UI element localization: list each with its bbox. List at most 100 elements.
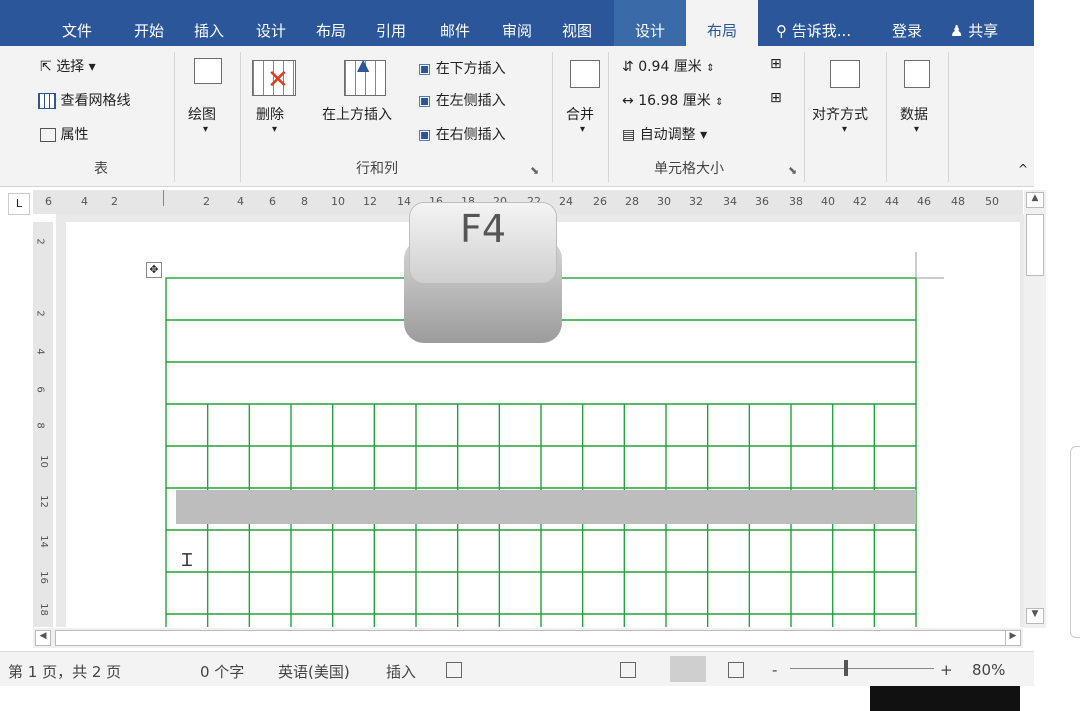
tell-me-label: 告诉我... bbox=[791, 22, 852, 40]
alignment-icon bbox=[830, 60, 860, 88]
row-height-field[interactable]: ⇵ 0.94 厘米 ⇕ bbox=[622, 56, 715, 76]
data-button[interactable]: 数据 bbox=[900, 104, 928, 124]
autofit-label: 自动调整 bbox=[639, 127, 696, 143]
column-width-icon: ↔ bbox=[622, 93, 634, 109]
insert-above-button[interactable]: 在上方插入 bbox=[322, 104, 392, 124]
ruler-tick: 10 bbox=[37, 455, 49, 468]
insert-mode[interactable]: 插入 bbox=[386, 661, 416, 682]
scroll-right-icon[interactable]: ▶ bbox=[1005, 630, 1021, 646]
ruler-tick: 14 bbox=[37, 535, 49, 548]
tab-references[interactable]: 引用 bbox=[376, 0, 406, 46]
zoom-thumb[interactable] bbox=[844, 660, 848, 676]
autofit-icon: ▤ bbox=[622, 127, 636, 143]
distribute-rows-icon[interactable]: ⊞ bbox=[770, 56, 782, 72]
tab-view[interactable]: 视图 bbox=[562, 0, 592, 46]
properties-button[interactable]: 属性 bbox=[40, 124, 88, 144]
tab-mailings[interactable]: 邮件 bbox=[440, 0, 470, 46]
text-cursor-icon: Ɪ bbox=[182, 550, 193, 571]
ruler-tick: 4 bbox=[81, 195, 88, 208]
group-divider bbox=[174, 52, 175, 182]
group-rows-columns-label: 行和列 bbox=[356, 161, 398, 177]
zoom-in-icon[interactable]: + bbox=[940, 661, 953, 679]
group-divider bbox=[948, 52, 949, 182]
distribute-columns-icon[interactable]: ⊞ bbox=[770, 90, 782, 106]
horizontal-scrollbar[interactable]: ◀ ▶ bbox=[33, 628, 1023, 648]
zoom-slider[interactable] bbox=[790, 668, 934, 669]
insert-right-label: 在右侧插入 bbox=[435, 127, 506, 143]
alignment-button[interactable]: 对齐方式 bbox=[812, 104, 868, 124]
zoom-out-icon[interactable]: - bbox=[772, 661, 777, 679]
draw-dropdown-icon[interactable]: ▾ bbox=[203, 124, 208, 135]
group-table-label: 表 bbox=[94, 161, 108, 177]
word-count[interactable]: 0 个字 bbox=[200, 661, 244, 682]
column-width-value: 16.98 厘米 bbox=[638, 93, 711, 109]
scroll-up-icon[interactable]: ▲ bbox=[1026, 192, 1044, 208]
group-divider bbox=[804, 52, 805, 182]
scroll-down-icon[interactable]: ▼ bbox=[1026, 608, 1044, 624]
ruler-tick: 50 bbox=[985, 195, 999, 208]
spin-icon[interactable]: ⇕ bbox=[706, 63, 714, 74]
delete-dropdown-icon[interactable]: ▾ bbox=[272, 124, 277, 135]
tab-file[interactable]: 文件 bbox=[62, 0, 92, 46]
web-layout-icon[interactable] bbox=[728, 662, 744, 678]
scroll-left-icon[interactable]: ◀ bbox=[35, 630, 51, 646]
tab-layout[interactable]: 布局 bbox=[316, 0, 346, 46]
select-button[interactable]: ⇱ 选择 ▾ bbox=[40, 56, 96, 76]
scroll-thumb[interactable] bbox=[55, 630, 1007, 646]
tab-table-design[interactable]: 设计 bbox=[614, 0, 686, 46]
alignment-dropdown-icon[interactable]: ▾ bbox=[842, 124, 847, 135]
overlay-box bbox=[870, 686, 1020, 711]
insert-right-button[interactable]: ▣ 在右侧插入 bbox=[418, 124, 506, 144]
tab-review[interactable]: 审阅 bbox=[502, 0, 532, 46]
spin-icon[interactable]: ⇕ bbox=[715, 97, 723, 108]
insert-left-button[interactable]: ▣ 在左侧插入 bbox=[418, 90, 506, 110]
read-mode-icon[interactable] bbox=[620, 662, 636, 678]
insert-right-icon: ▣ bbox=[418, 127, 432, 143]
language-indicator[interactable]: 英语(美国) bbox=[278, 661, 350, 682]
scroll-thumb[interactable] bbox=[1026, 214, 1044, 276]
tell-me-search[interactable]: ⚲ 告诉我... bbox=[776, 0, 851, 46]
merge-button[interactable]: 合并 bbox=[566, 104, 594, 124]
tab-insert[interactable]: 插入 bbox=[194, 0, 224, 46]
tab-design[interactable]: 设计 bbox=[256, 0, 286, 46]
ruler-tick: 36 bbox=[755, 195, 769, 208]
ruler-tick: 2 bbox=[34, 310, 46, 317]
collapse-ribbon-icon[interactable]: ^ bbox=[1018, 162, 1028, 176]
delete-table-icon: ✕ bbox=[252, 60, 296, 96]
ruler-tick: 30 bbox=[657, 195, 671, 208]
print-layout-icon[interactable] bbox=[670, 656, 706, 682]
ruler-tick: 34 bbox=[723, 195, 737, 208]
data-dropdown-icon[interactable]: ▾ bbox=[914, 124, 919, 135]
key-label: F4 bbox=[459, 207, 507, 251]
insert-below-button[interactable]: ▣ 在下方插入 bbox=[418, 58, 506, 78]
ruler-tick: 32 bbox=[689, 195, 703, 208]
side-panel-handle[interactable] bbox=[1070, 446, 1080, 638]
ruler-tick: 42 bbox=[853, 195, 867, 208]
row-height-icon: ⇵ bbox=[622, 59, 634, 75]
dialog-launcher-icon[interactable]: ⬊ bbox=[788, 164, 797, 177]
merge-dropdown-icon[interactable]: ▾ bbox=[580, 124, 585, 135]
cursor-arrow-icon: ⇱ bbox=[40, 59, 52, 75]
tab-table-layout[interactable]: 布局 bbox=[686, 0, 758, 48]
merge-icon bbox=[570, 60, 600, 88]
zoom-level[interactable]: 80% bbox=[972, 661, 1005, 679]
draw-button[interactable]: 绘图 bbox=[188, 104, 216, 124]
autofit-button[interactable]: ▤ 自动调整 ▾ bbox=[622, 124, 707, 144]
share-button[interactable]: ♟ 共享 bbox=[950, 0, 998, 46]
left-indent-marker[interactable] bbox=[163, 190, 182, 206]
ruler-tick: 12 bbox=[363, 195, 377, 208]
login-button[interactable]: 登录 bbox=[892, 0, 922, 46]
column-width-field[interactable]: ↔ 16.98 厘米 ⇕ bbox=[622, 90, 724, 110]
vertical-scrollbar[interactable]: ▲ ▼ bbox=[1024, 190, 1046, 628]
ruler-tick: 44 bbox=[885, 195, 899, 208]
tab-home[interactable]: 开始 bbox=[134, 0, 164, 46]
dialog-launcher-icon[interactable]: ⬊ bbox=[530, 164, 539, 177]
page-count[interactable]: 第 1 页，共 2 页 bbox=[8, 661, 121, 682]
share-label: 共享 bbox=[968, 22, 999, 40]
row-height-value: 0.94 厘米 bbox=[638, 59, 702, 75]
macro-record-icon[interactable] bbox=[446, 662, 462, 678]
delete-button[interactable]: 删除 bbox=[256, 104, 284, 124]
group-divider bbox=[552, 52, 553, 182]
view-gridlines-button[interactable]: 查看网格线 bbox=[38, 90, 130, 110]
tab-selector-icon[interactable]: L bbox=[8, 193, 30, 215]
